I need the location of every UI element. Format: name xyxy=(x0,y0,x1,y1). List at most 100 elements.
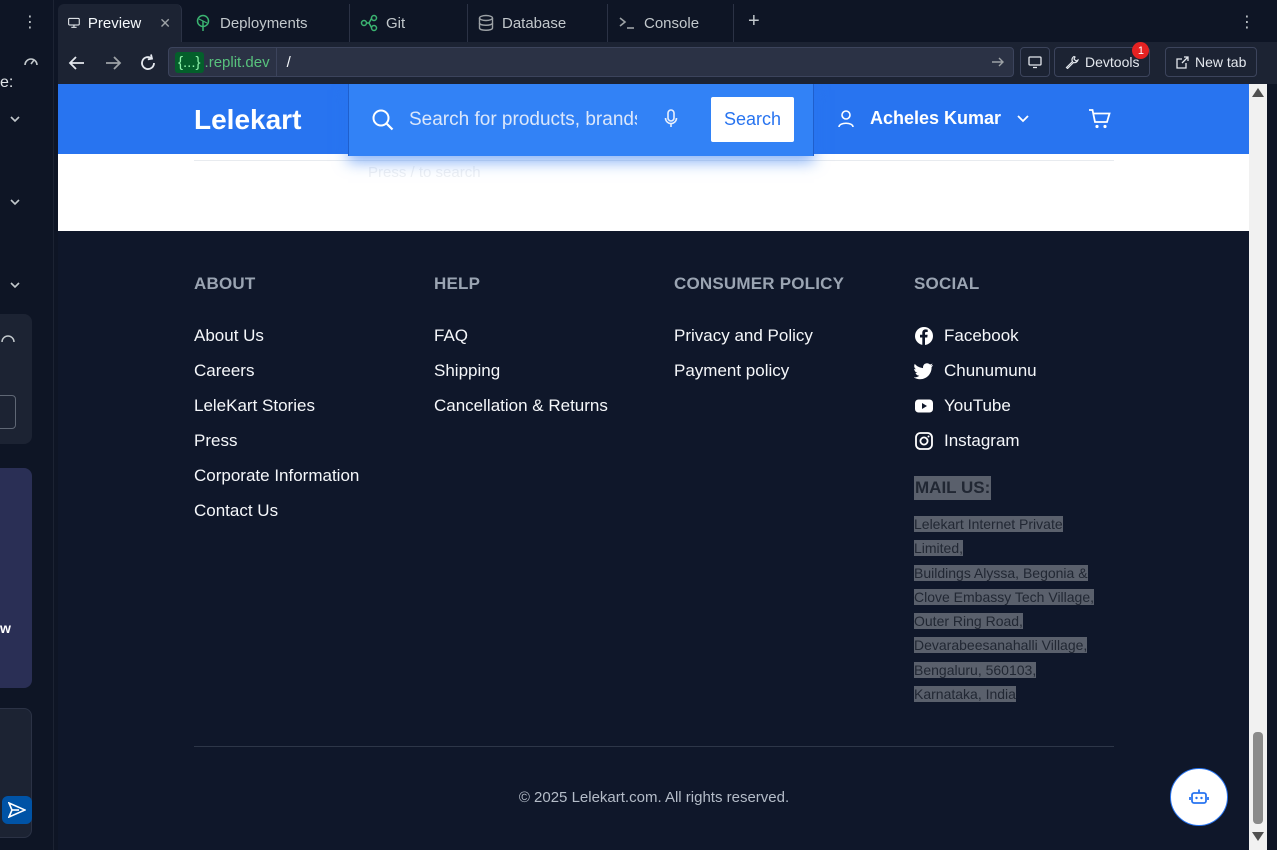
footer-column-title: SOCIAL xyxy=(914,274,980,293)
close-icon[interactable]: ✕ xyxy=(159,15,171,32)
tab-git[interactable]: Git xyxy=(350,4,468,42)
new-tab-button[interactable]: New tab xyxy=(1165,47,1258,77)
footer-link-about-us[interactable]: About Us xyxy=(194,318,359,353)
footer-link-payment-policy[interactable]: Payment policy xyxy=(674,353,844,388)
panel-input[interactable] xyxy=(0,395,16,429)
gauge-icon xyxy=(24,58,38,66)
youtube-icon xyxy=(915,399,933,412)
gauge-icon xyxy=(1,335,15,343)
chevron-down-icon xyxy=(1017,114,1029,122)
footer-column-title: HELP xyxy=(434,274,481,293)
footer-link-youtube[interactable]: YouTube xyxy=(914,388,1037,423)
user-icon xyxy=(838,109,854,127)
chevron-down-icon[interactable] xyxy=(8,195,22,209)
social-label: YouTube xyxy=(944,395,1011,415)
window-edge xyxy=(1267,84,1277,850)
footer-link-faq[interactable]: FAQ xyxy=(434,318,608,353)
kebab-menu-icon[interactable]: ⋮ xyxy=(1239,12,1255,32)
back-button[interactable] xyxy=(66,52,88,74)
scroll-up-arrow-icon[interactable] xyxy=(1252,88,1264,97)
search-icon xyxy=(372,109,394,131)
arrow-right-icon[interactable] xyxy=(991,55,1005,69)
site-logo[interactable]: Lelekart xyxy=(194,104,301,136)
footer-divider xyxy=(194,746,1114,747)
vertical-scrollbar[interactable] xyxy=(1249,84,1267,850)
add-tab-icon[interactable]: + xyxy=(748,10,760,33)
url-host: {...} .replit.dev xyxy=(169,48,277,76)
deployments-icon xyxy=(196,14,210,31)
footer-column-title: CONSUMER POLICY xyxy=(674,274,845,293)
footer-link-twitter[interactable]: Chunumunu xyxy=(914,353,1037,388)
twitter-icon xyxy=(914,362,933,379)
footer-link-press[interactable]: Press xyxy=(194,423,359,458)
address-line: Lelekart Internet Private Limited, xyxy=(914,516,1063,557)
chevron-down-icon[interactable] xyxy=(8,278,22,292)
tab-preview[interactable]: Preview ✕ xyxy=(58,4,182,42)
kebab-menu-icon[interactable]: ⋮ xyxy=(22,12,38,32)
microphone-icon[interactable] xyxy=(664,109,678,129)
devtools-button[interactable]: Devtools 1 xyxy=(1054,42,1151,77)
url-host-suffix: .replit.dev xyxy=(204,53,270,71)
monitor-icon xyxy=(68,17,80,28)
tab-label: Database xyxy=(502,14,567,32)
divider xyxy=(194,160,1114,161)
footer-column-title: ABOUT xyxy=(194,274,256,293)
arrow-right-icon xyxy=(106,56,122,70)
arrow-left-icon xyxy=(68,56,84,70)
footer-link-careers[interactable]: Careers xyxy=(194,353,359,388)
left-side-panel: ⋮ e: w xyxy=(0,0,54,850)
scrollbar-thumb[interactable] xyxy=(1253,732,1263,824)
wrench-icon xyxy=(1065,55,1079,69)
workspace-tab-bar: Preview ✕ Deployments Git Database Conso… xyxy=(58,4,1277,42)
search-input[interactable] xyxy=(409,108,637,132)
footer-link-cancellation-returns[interactable]: Cancellation & Returns xyxy=(434,388,608,423)
footer-help-column: HELP FAQ Shipping Cancellation & Returns xyxy=(434,274,608,423)
preview-viewport: Press / to search Lelekart Search Achele… xyxy=(58,84,1249,850)
search-button[interactable]: Search xyxy=(711,97,794,142)
database-icon xyxy=(478,14,494,31)
devtools-label: Devtools xyxy=(1085,54,1140,70)
facebook-icon xyxy=(915,326,933,345)
tab-database[interactable]: Database xyxy=(468,4,608,42)
copyright-text: © 2025 Lelekart.com. All rights reserved… xyxy=(518,789,790,806)
tab-deployments[interactable]: Deployments xyxy=(184,4,350,42)
url-field[interactable]: {...} .replit.dev / xyxy=(168,47,1014,77)
footer-link-contact-us[interactable]: Contact Us xyxy=(194,493,359,528)
address-line: Bengaluru, 560103, xyxy=(914,661,1037,678)
footer-link-stories[interactable]: LeleKart Stories xyxy=(194,388,359,423)
search-hint: Press / to search xyxy=(368,164,481,181)
scroll-down-arrow-icon[interactable] xyxy=(1252,832,1264,841)
forward-button[interactable] xyxy=(102,52,124,74)
footer-link-instagram[interactable]: Instagram xyxy=(914,423,1037,458)
user-name: Acheles Kumar xyxy=(870,108,1002,128)
notification-badge: 1 xyxy=(1132,42,1150,59)
new-tab-label: New tab xyxy=(1195,54,1247,70)
tab-label: Git xyxy=(386,14,406,32)
address-line: Outer Ring Road, Devarabeesanahalli Vill… xyxy=(914,613,1088,654)
url-host-pill: {...} xyxy=(175,51,204,73)
device-preview-button[interactable] xyxy=(1020,47,1050,77)
panel-label-fragment: e: xyxy=(0,74,14,91)
tab-label: Preview xyxy=(87,14,142,32)
footer-link-facebook[interactable]: Facebook xyxy=(914,318,1037,353)
footer-about-column: ABOUT About Us Careers LeleKart Stories … xyxy=(194,274,359,528)
footer-link-privacy-policy[interactable]: Privacy and Policy xyxy=(674,318,844,353)
site-header: Lelekart Search Acheles Kumar xyxy=(58,84,1249,156)
send-button[interactable] xyxy=(2,796,32,824)
social-label: Instagram xyxy=(944,430,1020,450)
user-menu[interactable]: Acheles Kumar xyxy=(836,108,1031,129)
preview-address-bar: {...} .replit.dev / Devtools 1 New tab xyxy=(58,42,1277,84)
chevron-down-icon[interactable] xyxy=(8,112,22,126)
footer-link-shipping[interactable]: Shipping xyxy=(434,353,608,388)
chatbot-button[interactable] xyxy=(1170,768,1228,826)
cart-icon[interactable] xyxy=(1088,108,1112,130)
mail-us-block: MAIL US: Lelekart Internet Private Limit… xyxy=(914,476,1106,706)
promo-text-fragment: w xyxy=(0,620,11,636)
search-bar: Search xyxy=(348,84,814,156)
tab-console[interactable]: Console xyxy=(608,4,734,42)
tab-label: Console xyxy=(644,14,700,32)
footer-link-corporate-information[interactable]: Corporate Information xyxy=(194,458,359,493)
social-label: Chunumunu xyxy=(944,360,1037,380)
reload-icon xyxy=(141,54,155,70)
reload-button[interactable] xyxy=(137,52,159,74)
